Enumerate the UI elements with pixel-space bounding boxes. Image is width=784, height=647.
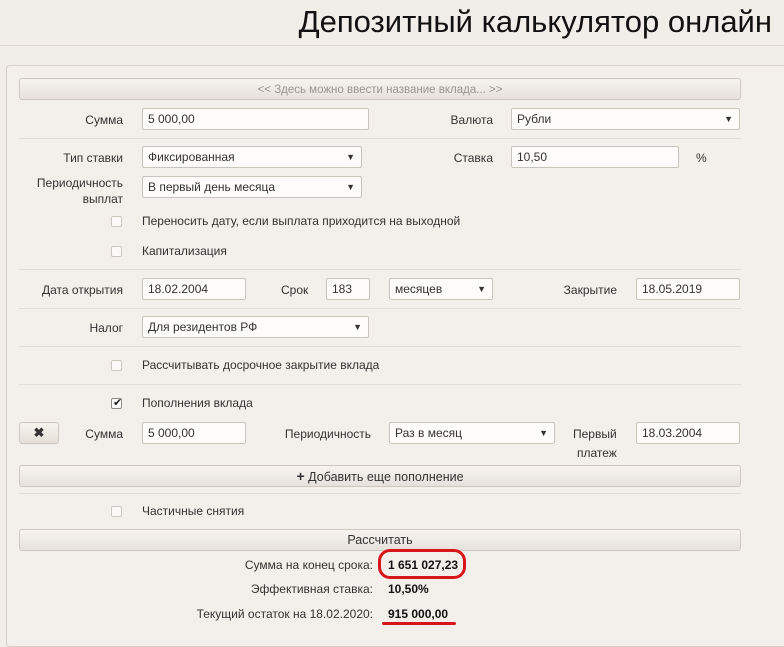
replenish-checkbox[interactable]: ✔ <box>111 397 123 409</box>
amount-label: Сумма <box>85 113 123 127</box>
chevron-down-icon: ▼ <box>724 114 733 124</box>
term-label: Срок <box>281 283 309 297</box>
calculate-button[interactable]: Рассчитать <box>19 529 741 551</box>
delete-replenish-button[interactable]: ✖ <box>19 422 59 444</box>
payout-period-label-2: выплат <box>82 192 123 206</box>
deposit-name-placeholder: << Здесь можно ввести название вклада...… <box>257 84 503 96</box>
deposit-name-input[interactable]: << Здесь можно ввести название вклада...… <box>19 78 741 100</box>
chevron-down-icon: ▼ <box>353 322 362 332</box>
tax-label: Налог <box>89 321 123 335</box>
open-date-label: Дата открытия <box>41 283 123 297</box>
divider <box>19 346 741 347</box>
chevron-down-icon: ▼ <box>477 284 486 294</box>
add-replenish-label: Добавить еще пополнение <box>308 470 464 484</box>
replenish-period-select[interactable]: Раз в месяц ▼ <box>389 422 555 444</box>
replenish-amount-input[interactable]: 5 000,00 <box>142 422 246 444</box>
withdrawals-checkbox[interactable] <box>111 506 122 517</box>
tax-select[interactable]: Для резидентов РФ ▼ <box>142 316 369 338</box>
highlight-circle <box>378 549 466 579</box>
early-close-checkbox[interactable] <box>111 360 122 371</box>
term-input[interactable]: 183 <box>326 278 370 300</box>
highlight-underline <box>382 622 456 625</box>
chevron-down-icon: ▼ <box>346 182 355 192</box>
divider <box>19 493 741 494</box>
open-date-input[interactable]: 18.02.2004 <box>142 278 246 300</box>
current-balance-value: 915 000,00 <box>388 607 449 621</box>
early-close-label: Рассчитывать досрочное закрытие вклада <box>142 358 380 372</box>
rate-type-value: Фиксированная <box>148 150 235 164</box>
add-replenish-button[interactable]: + Добавить еще пополнение <box>19 465 741 487</box>
close-date-input[interactable]: 18.05.2019 <box>636 278 740 300</box>
checkmark-icon: ✔ <box>113 397 123 409</box>
weekend-shift-checkbox[interactable] <box>111 216 122 227</box>
rate-input[interactable]: 10,50 <box>511 146 679 168</box>
chevron-down-icon: ▼ <box>539 428 548 438</box>
term-unit-value: месяцев <box>395 282 443 296</box>
divider <box>19 308 741 309</box>
plus-icon: + <box>296 468 305 484</box>
withdrawals-label: Частичные снятия <box>142 504 245 518</box>
effective-rate-label: Эффективная ставка: <box>250 582 373 596</box>
payout-period-value: В первый день месяца <box>148 180 276 194</box>
final-sum-label: Сумма на конец срока: <box>244 558 373 572</box>
term-unit-select[interactable]: месяцев ▼ <box>389 278 493 300</box>
calculate-label: Рассчитать <box>347 533 413 547</box>
current-balance-label: Текущий остаток на 18.02.2020: <box>196 607 373 621</box>
close-date-label: Закрытие <box>563 283 617 297</box>
divider <box>19 269 741 270</box>
rate-type-select[interactable]: Фиксированная ▼ <box>142 146 362 168</box>
close-icon: ✖ <box>33 425 45 440</box>
replenish-label: Пополнения вклада <box>142 396 253 410</box>
title-divider <box>0 45 784 46</box>
replenish-amount-label: Сумма <box>85 427 123 441</box>
first-payment-label-2: платеж <box>577 446 617 460</box>
currency-label: Валюта <box>450 113 493 127</box>
rate-label: Ставка <box>453 151 493 165</box>
currency-value: Рубли <box>517 112 552 126</box>
tax-value: Для резидентов РФ <box>148 320 258 334</box>
capitalization-checkbox[interactable] <box>111 246 122 257</box>
chevron-down-icon: ▼ <box>346 152 355 162</box>
replenish-period-value: Раз в месяц <box>395 426 462 440</box>
weekend-shift-label: Переносить дату, если выплата приходится… <box>142 214 461 228</box>
divider <box>19 138 741 139</box>
calculator-panel: << Здесь можно ввести название вклада...… <box>6 65 784 647</box>
replenish-period-label: Периодичность <box>284 427 371 441</box>
payout-period-select[interactable]: В первый день месяца ▼ <box>142 176 362 198</box>
rate-type-label: Тип ставки <box>63 151 123 165</box>
rate-unit: % <box>696 151 707 165</box>
currency-select[interactable]: Рубли ▼ <box>511 108 740 130</box>
payout-period-label: Периодичность <box>36 176 123 190</box>
divider <box>19 384 741 385</box>
effective-rate-value: 10,50% <box>388 582 429 596</box>
capitalization-label: Капитализация <box>142 244 227 258</box>
amount-input[interactable]: 5 000,00 <box>142 108 369 130</box>
first-payment-label: Первый <box>573 427 617 441</box>
first-payment-input[interactable]: 18.03.2004 <box>636 422 740 444</box>
page-title: Депозитный калькулятор онлайн <box>298 4 772 39</box>
